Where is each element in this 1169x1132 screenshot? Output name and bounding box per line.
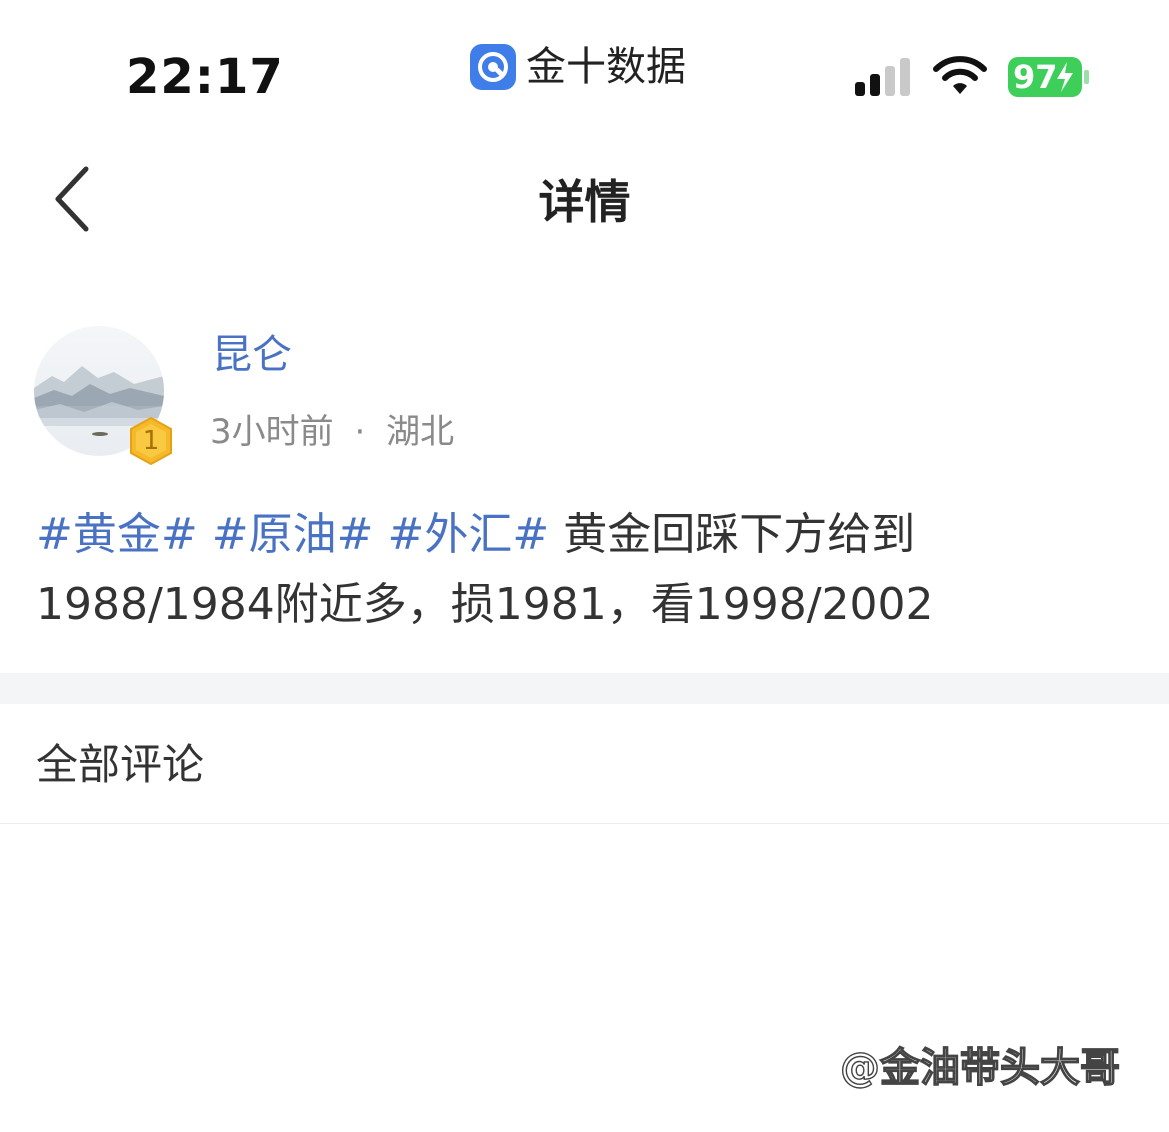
carrier-name: 金十数据 [526, 44, 686, 90]
level-number: 1 [142, 426, 160, 456]
carrier-indicator: 金十数据 [470, 42, 686, 92]
divider [0, 823, 1169, 824]
cellular-signal-icon [855, 58, 915, 96]
page-title: 详情 [538, 175, 631, 229]
post-location: 湖北 [386, 412, 455, 452]
post-meta: 3小时前 · 湖北 [210, 410, 454, 454]
post-content: #黄金# #原油# #外汇# 黄金回踩下方给到1988/1984附近多，损198… [36, 500, 1136, 640]
comments-section-title: 全部评论 [36, 740, 205, 789]
author-name[interactable]: 昆仑 [212, 330, 292, 380]
status-time: 22:17 [126, 49, 284, 105]
level-badge: 1 [128, 416, 174, 466]
app-logo-icon [470, 44, 516, 90]
topic-tag[interactable]: #原油# [212, 509, 374, 560]
section-divider [0, 673, 1169, 704]
battery-icon: 97 [1007, 56, 1091, 98]
battery-level: 97 [1013, 58, 1058, 96]
meta-separator: · [354, 412, 366, 452]
watermark: @金油带头大哥 [839, 1044, 1120, 1091]
post-time: 3小时前 [210, 412, 334, 452]
topic-tag[interactable]: #黄金# [36, 509, 198, 560]
topic-tag[interactable]: #外汇# [387, 509, 549, 560]
wifi-icon [933, 54, 987, 96]
